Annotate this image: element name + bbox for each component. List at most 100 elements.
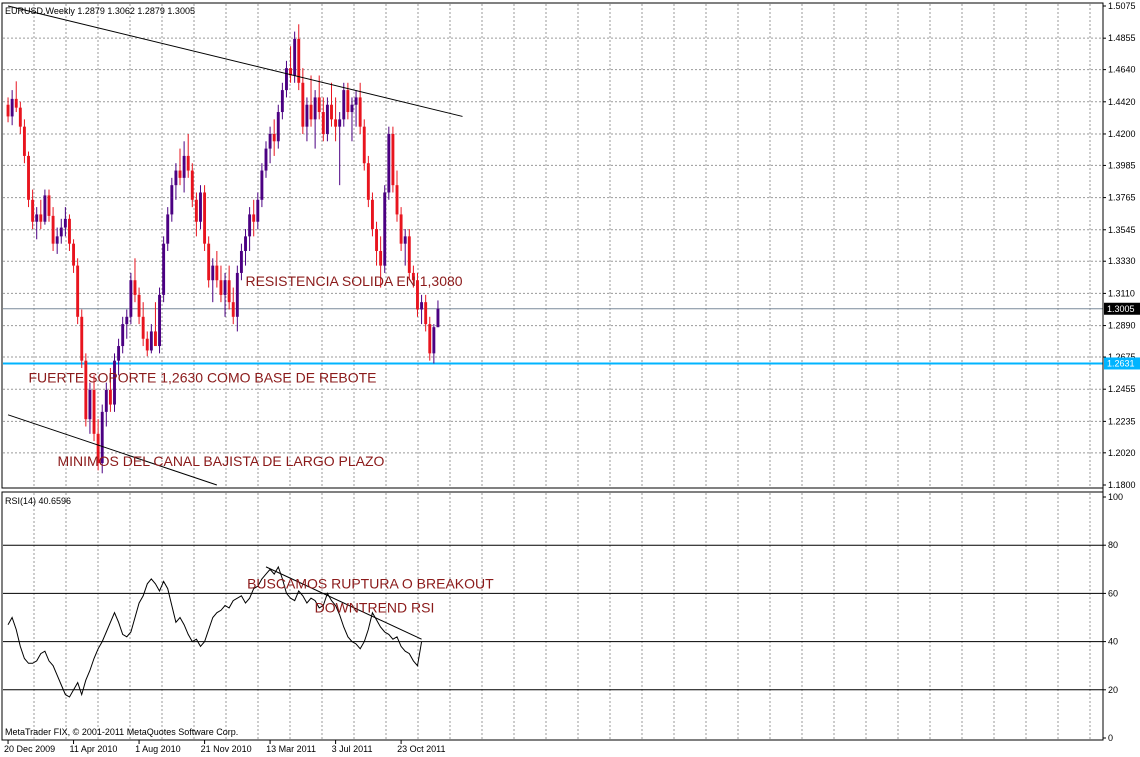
candle-body bbox=[137, 294, 141, 317]
candle-body bbox=[18, 107, 22, 127]
candle-body bbox=[88, 389, 92, 420]
candle-body bbox=[334, 119, 338, 127]
price-tick-label: 1.3545 bbox=[1108, 225, 1136, 235]
candle-body bbox=[223, 280, 227, 295]
candle-body bbox=[27, 155, 30, 200]
candle-body bbox=[358, 97, 362, 127]
candle-body bbox=[424, 302, 428, 325]
chart-canvas: 1.5075 1.4855 1.4640 1.4420 1.4200 1.3985 1.37… bbox=[0, 0, 1140, 757]
candle-body bbox=[268, 133, 272, 149]
rsi-tick-label: 80 bbox=[1108, 540, 1118, 550]
candle-body bbox=[199, 192, 202, 222]
candle-body bbox=[125, 316, 129, 325]
candle-body bbox=[301, 82, 305, 127]
candle-body bbox=[260, 170, 264, 200]
candle-body bbox=[51, 215, 55, 244]
candle-body bbox=[305, 104, 309, 127]
candle-body bbox=[276, 112, 280, 142]
candle-body bbox=[59, 227, 63, 237]
candle-body bbox=[215, 265, 219, 281]
candle-body bbox=[231, 302, 235, 317]
candle-body bbox=[387, 133, 391, 193]
candle-body bbox=[395, 185, 399, 215]
candle-body bbox=[383, 192, 387, 266]
candle-body bbox=[63, 218, 67, 228]
candle-body bbox=[141, 316, 145, 339]
candle-body bbox=[330, 104, 333, 120]
candle-body bbox=[346, 90, 350, 113]
time-tick-label: 11 Apr 2010 bbox=[70, 744, 118, 754]
candle-body bbox=[55, 236, 59, 244]
price-tick-label: 1.2455 bbox=[1108, 384, 1136, 394]
candle-body bbox=[207, 243, 211, 281]
candle-body bbox=[264, 148, 268, 171]
current-price-label: 1.3005 bbox=[1107, 304, 1135, 314]
candle-body bbox=[170, 185, 174, 215]
candle-body bbox=[403, 236, 407, 244]
candle-body bbox=[43, 195, 47, 222]
candle-body bbox=[133, 280, 137, 295]
price-tick-label: 1.3985 bbox=[1108, 160, 1136, 170]
time-tick-label: 1 Aug 2010 bbox=[135, 744, 181, 754]
candle-body bbox=[407, 236, 411, 273]
candle-body bbox=[366, 163, 370, 200]
candle-body bbox=[68, 218, 71, 244]
candle-body bbox=[256, 199, 260, 222]
candle-body bbox=[10, 98, 14, 117]
candle-body bbox=[293, 38, 297, 76]
candle-body bbox=[248, 214, 252, 237]
price-annotation: MINIMOS DEL CANAL BAJISTA DE LARGO PLAZO bbox=[57, 453, 384, 469]
candle-body bbox=[92, 389, 96, 434]
candle-body bbox=[272, 133, 276, 142]
rsi-annotation: DOWNTREND RSI bbox=[315, 600, 435, 616]
price-annotation: RESISTENCIA SOLIDA EN 1,3080 bbox=[245, 273, 462, 289]
price-tick-label: 1.2890 bbox=[1108, 321, 1136, 331]
candle-body bbox=[252, 214, 256, 222]
trading-chart: 1.5075 1.4855 1.4640 1.4420 1.4200 1.3985 1.37… bbox=[0, 0, 1140, 757]
candle-body bbox=[370, 199, 374, 230]
candle-body bbox=[129, 280, 133, 317]
candle-body bbox=[182, 155, 186, 178]
candle-body bbox=[436, 308, 440, 328]
candle-body bbox=[239, 250, 243, 273]
candle-body bbox=[379, 250, 383, 266]
candle-body bbox=[47, 195, 51, 216]
candle-body bbox=[354, 97, 358, 105]
candle-body bbox=[219, 280, 223, 295]
candle-body bbox=[174, 170, 178, 186]
price-annotation: FUERTE SOPORTE 1,2630 COMO BASE DE REBOT… bbox=[29, 370, 377, 386]
candle-body bbox=[321, 112, 325, 134]
candle-body bbox=[285, 68, 288, 91]
candle-body bbox=[117, 346, 121, 361]
price-tick-label: 1.4200 bbox=[1108, 129, 1136, 139]
candle-body bbox=[338, 119, 342, 127]
price-tick-label: 1.4420 bbox=[1108, 97, 1136, 107]
candle-body bbox=[145, 338, 149, 351]
candle-body bbox=[178, 170, 182, 178]
candle-body bbox=[375, 229, 378, 251]
candle-body bbox=[420, 302, 424, 310]
candle-body bbox=[158, 294, 161, 347]
candle-body bbox=[153, 331, 157, 347]
rsi-tick-label: 60 bbox=[1108, 588, 1118, 598]
price-tick-label: 1.4855 bbox=[1108, 33, 1136, 43]
candle-body bbox=[194, 199, 198, 222]
price-tick-label: 1.2235 bbox=[1108, 416, 1136, 426]
rsi-tick-label: 40 bbox=[1108, 637, 1118, 647]
chart-title: EURUSD,Weekly 1.2879 1.3062 1.2879 1.300… bbox=[5, 6, 195, 16]
rsi-label: RSI(14) 40.6596 bbox=[5, 496, 71, 506]
copyright-text: MetaTrader FIX, © 2001-2011 MetaQuotes S… bbox=[5, 727, 238, 737]
candle-body bbox=[432, 327, 436, 354]
candle-body bbox=[76, 265, 80, 317]
candle-body bbox=[186, 155, 190, 171]
price-tick-label: 1.3110 bbox=[1108, 288, 1135, 298]
candle-body bbox=[6, 104, 10, 117]
candle-body bbox=[280, 90, 284, 113]
time-tick-label: 3 Jul 2011 bbox=[332, 744, 373, 754]
rsi-tick-label: 100 bbox=[1108, 492, 1123, 502]
candle-body bbox=[342, 90, 346, 120]
rsi-tick-label: 0 bbox=[1108, 733, 1113, 743]
candle-body bbox=[362, 126, 366, 164]
candle-body bbox=[31, 199, 35, 222]
candle-body bbox=[104, 389, 108, 412]
